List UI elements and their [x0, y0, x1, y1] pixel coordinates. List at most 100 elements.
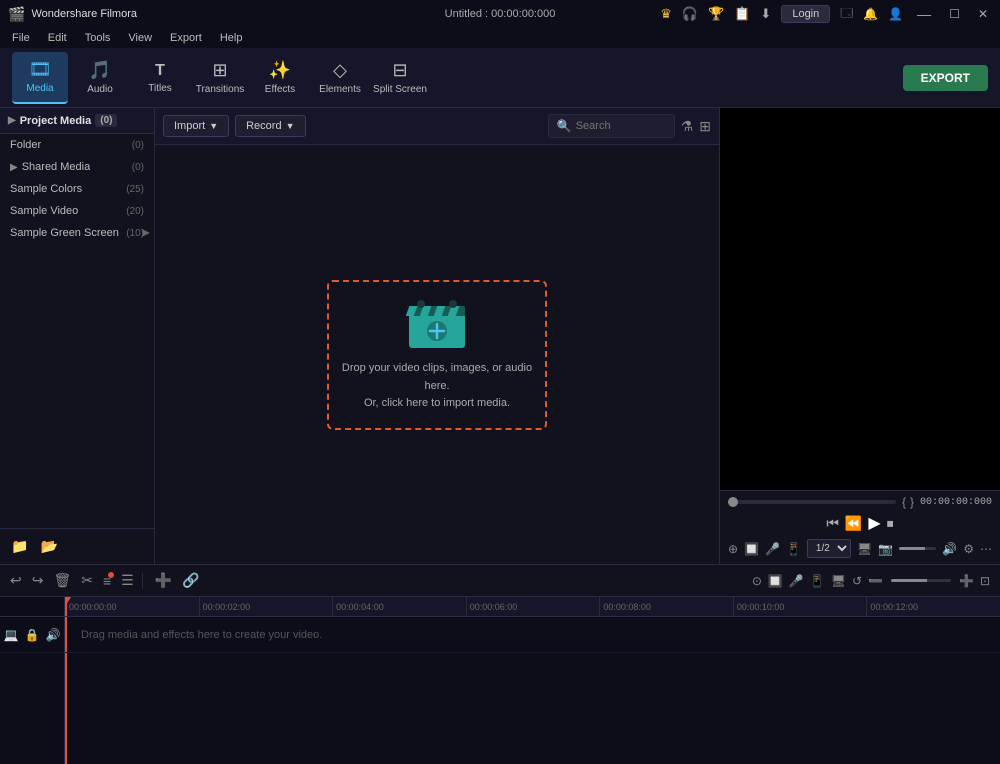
panel-item-greenscreen[interactable]: Sample Green Screen (10) ▶ — [0, 222, 154, 244]
clipboard-icon[interactable]: 📋 — [734, 6, 750, 22]
speed-select[interactable]: 1/2 — [807, 539, 851, 558]
logo-icon: 🎬 — [8, 6, 25, 23]
menu-help[interactable]: Help — [212, 30, 251, 46]
record-button[interactable]: Record ▼ — [235, 115, 305, 137]
record-label: Record — [246, 120, 281, 132]
crown-icon: ♛ — [660, 6, 672, 22]
seekbar-thumb[interactable] — [728, 497, 738, 507]
drop-zone-inner[interactable]: Drop your video clips, images, or audio … — [327, 280, 547, 430]
tool-titles[interactable]: T Titles — [132, 52, 188, 104]
preview-panel: { } 00:00:00:000 ⏮ ⏪ ▶ ⏹ ⊕ 🔲 🎤 📱 1/2 🖥 — [720, 108, 1000, 564]
preview-time-display: 00:00:00:000 — [920, 497, 992, 508]
logo-area: 🎬 Wondershare Filmora — [8, 6, 137, 23]
delete-icon[interactable]: 📂 — [37, 535, 60, 558]
preview-playback-controls: ⏮ ⏪ ▶ ⏹ — [728, 513, 992, 533]
crop-icon[interactable]: 🔲 — [744, 542, 759, 556]
mask-icon[interactable]: 🔲 — [766, 572, 785, 590]
keyframe-icon[interactable]: 📱 — [808, 572, 827, 590]
minimize-button[interactable]: — — [913, 6, 935, 22]
camera-icon[interactable]: 📷 — [878, 542, 893, 556]
screen-track-icon[interactable]: 💻 — [4, 628, 19, 642]
menu-tools[interactable]: Tools — [77, 30, 119, 46]
preview-screen — [720, 108, 1000, 490]
panel-expand-icon[interactable]: ▶ — [8, 115, 16, 126]
track-label-row: 💻 🔒 🔊 — [0, 617, 64, 653]
close-button[interactable]: ✕ — [974, 7, 992, 21]
settings-icon[interactable]: ⚙ — [963, 542, 974, 556]
audio-track-icon[interactable]: 🔊 — [45, 628, 60, 642]
download-icon[interactable]: ⬇ — [760, 6, 771, 22]
bell-icon[interactable]: 🔔 — [863, 7, 878, 21]
bracket-open: { — [902, 495, 906, 509]
voiceover-icon[interactable]: 🎤 — [765, 542, 780, 556]
ruler-mark-0: 00:00:00:00 — [65, 597, 199, 616]
panel-item-shared[interactable]: ▶ Shared Media (0) — [0, 156, 154, 178]
filter-icon[interactable]: ⚗ — [681, 118, 694, 135]
play-icon[interactable]: ▶ — [868, 513, 880, 533]
tool-media[interactable]: 🎞 Media — [12, 52, 68, 104]
shared-label: Shared Media — [22, 161, 91, 173]
panel-item-video[interactable]: Sample Video (20) — [0, 200, 154, 222]
titles-label: Titles — [148, 83, 172, 94]
zoom-out-icon[interactable]: ➖ — [866, 572, 885, 590]
menu-view[interactable]: View — [120, 30, 160, 46]
skip-back-icon[interactable]: ⏮ — [826, 515, 839, 532]
tool-audio[interactable]: 🎵 Audio — [72, 52, 128, 104]
lock-track-icon[interactable]: 🔒 — [25, 628, 40, 642]
menu-edit[interactable]: Edit — [40, 30, 75, 46]
delete-clip-icon[interactable]: 🗑 — [51, 570, 73, 591]
snapshot-icon[interactable]: ⊕ — [728, 542, 738, 556]
monitor-icon[interactable]: 🖥 — [857, 542, 872, 556]
undo-icon[interactable]: ↩ — [8, 570, 24, 591]
ai-icon[interactable]: 🖥 — [829, 572, 848, 590]
colors-label: Sample Colors — [10, 183, 82, 195]
maximize-restore-icon[interactable]: 🗔 — [840, 4, 853, 25]
playhead-lane — [65, 617, 67, 652]
person-icon[interactable]: 👤 — [888, 7, 903, 21]
volume-slider[interactable] — [899, 547, 936, 550]
tool-elements[interactable]: ◇ Elements — [312, 52, 368, 104]
tool-splitscreen[interactable]: ⊟ Split Screen — [372, 52, 428, 104]
drop-zone[interactable]: Drop your video clips, images, or audio … — [155, 145, 719, 564]
tool-transitions[interactable]: ⊞ Transitions — [192, 52, 248, 104]
ruler-mark-2: 00:00:04:00 — [332, 597, 466, 616]
audio-icon: 🎵 — [89, 60, 111, 81]
fit-icon[interactable]: ⊡ — [978, 572, 992, 590]
menu-export[interactable]: Export — [162, 30, 210, 46]
zoom-slider[interactable] — [891, 579, 951, 582]
link-icon[interactable]: 🔗 — [180, 570, 201, 591]
headphone-icon[interactable]: 🎧 — [682, 6, 698, 22]
mobile-icon[interactable]: 📱 — [786, 542, 801, 556]
loop-icon[interactable]: ↺ — [850, 572, 864, 590]
playhead-bottom — [65, 653, 67, 764]
tool-effects[interactable]: ✨ Effects — [252, 52, 308, 104]
playback-icon[interactable]: ⊙ — [750, 572, 764, 590]
import-button[interactable]: Import ▼ — [163, 115, 229, 137]
panel-item-colors[interactable]: Sample Colors (25) — [0, 178, 154, 200]
redo-icon[interactable]: ↪ — [30, 570, 46, 591]
preview-extra-controls: ⊕ 🔲 🎤 📱 1/2 🖥 📷 🔊 ⚙ ⋯ — [728, 537, 992, 560]
cut-icon[interactable]: ✂ — [79, 570, 95, 591]
maximize-button[interactable]: ☐ — [945, 7, 964, 21]
trophy-icon[interactable]: 🏆 — [708, 6, 724, 22]
add-folder-icon[interactable]: 📁 — [8, 535, 31, 558]
chevron-right-icon: ▶ — [142, 228, 150, 239]
zoom-in-icon[interactable]: ➕ — [957, 572, 976, 590]
export-button[interactable]: EXPORT — [903, 65, 988, 91]
menu-file[interactable]: File — [4, 30, 38, 46]
more-icon[interactable]: ⋯ — [980, 542, 992, 556]
stop-icon[interactable]: ⏹ — [887, 515, 894, 532]
add-track-icon[interactable]: ➕ — [153, 570, 174, 591]
panel-item-folder[interactable]: Folder (0) — [0, 134, 154, 156]
record-audio-icon[interactable]: 🎤 — [787, 572, 806, 590]
step-back-icon[interactable]: ⏪ — [845, 515, 862, 532]
ruler-mark-6: 00:00:12:00 — [866, 597, 1000, 616]
seekbar-track[interactable] — [728, 500, 896, 504]
volume-icon[interactable]: 🔊 — [942, 542, 957, 556]
search-input[interactable] — [576, 120, 666, 132]
ruler-marks-container: 00:00:00:00 00:00:02:00 00:00:04:00 00:0… — [65, 597, 1000, 616]
track-drop-area[interactable]: Drag media and effects here to create yo… — [65, 617, 1000, 652]
login-button[interactable]: Login — [781, 5, 830, 23]
split-view-icon[interactable]: ☰ — [119, 570, 136, 591]
grid-view-icon[interactable]: ⊞ — [699, 118, 711, 135]
